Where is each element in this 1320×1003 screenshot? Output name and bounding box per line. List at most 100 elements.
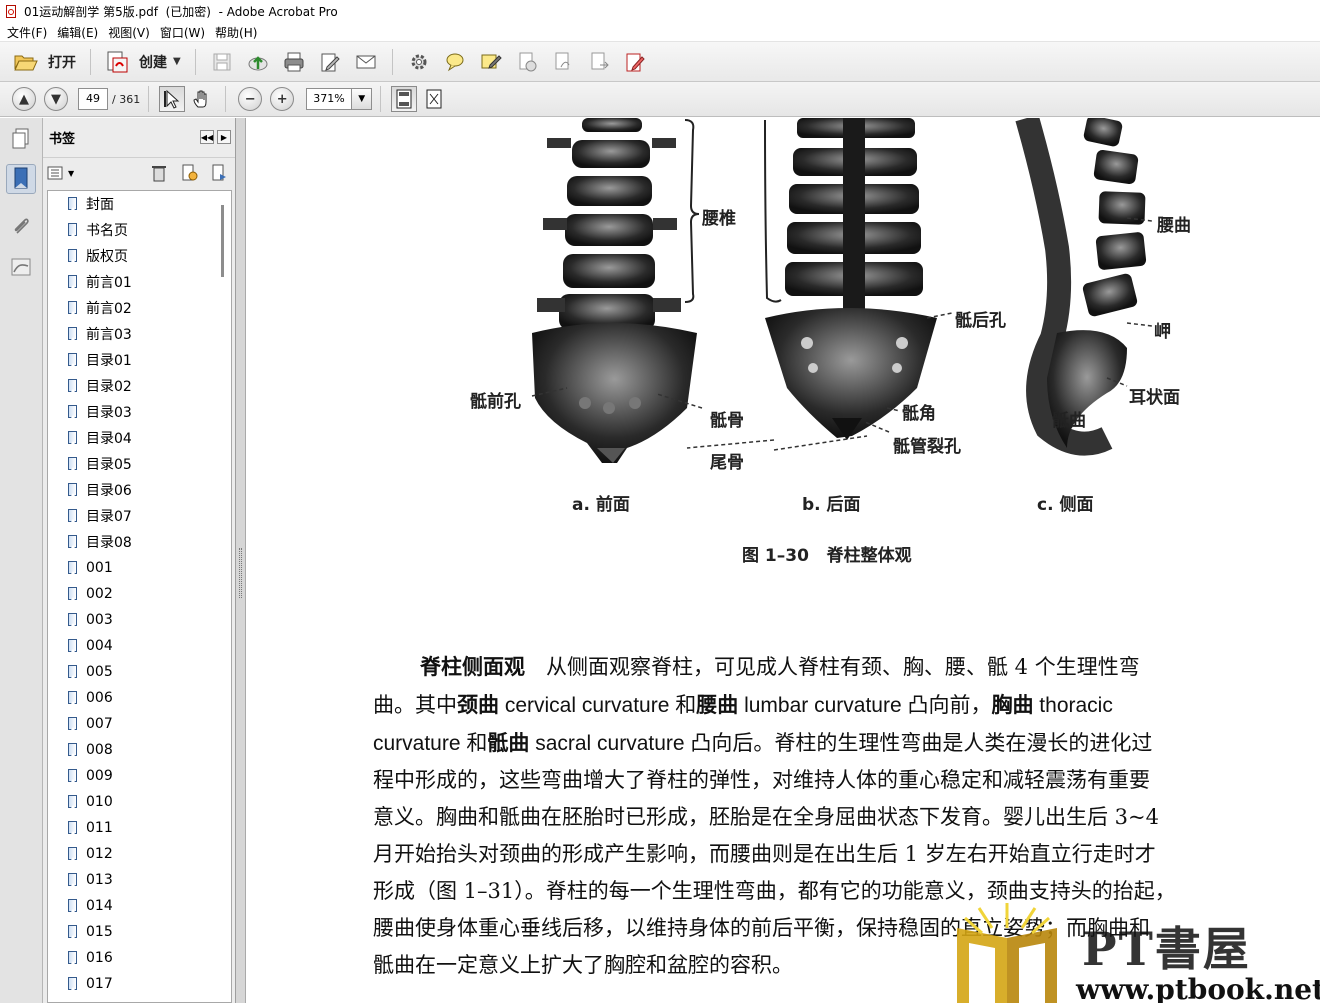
panel-menu-button[interactable]: ▶ — [217, 130, 231, 144]
hand-tool-button[interactable] — [189, 86, 215, 112]
comment-icon[interactable] — [442, 49, 468, 75]
bookmark-label: 001 — [86, 560, 113, 576]
email-icon[interactable] — [353, 49, 379, 75]
bookmark-item[interactable]: 目录07 — [48, 503, 231, 529]
bookmark-item[interactable]: 前言01 — [48, 269, 231, 295]
bookmark-item[interactable]: 012 — [48, 841, 231, 867]
create-button[interactable]: 创建 ▼ — [99, 47, 187, 77]
bookmarks-header: 书签 ◀◀ ▶ — [43, 118, 235, 158]
bookmark-item[interactable]: 011 — [48, 815, 231, 841]
bookmarks-icon[interactable] — [6, 164, 36, 194]
menu-help[interactable]: 帮助(H) — [212, 24, 264, 41]
delete-bookmark-button[interactable] — [149, 163, 169, 183]
bookmark-icon — [68, 275, 78, 289]
menu-edit[interactable]: 编辑(E) — [54, 24, 105, 41]
bookmark-item[interactable]: 013 — [48, 867, 231, 893]
page-number-input[interactable]: 49 — [78, 88, 108, 110]
menu-view[interactable]: 视图(V) — [105, 24, 157, 41]
bookmark-item[interactable]: 目录04 — [48, 425, 231, 451]
zoom-level-input[interactable]: 371% — [306, 88, 353, 110]
panel-splitter[interactable] — [236, 118, 246, 1003]
bookmark-item[interactable]: 目录01 — [48, 347, 231, 373]
create-label: 创建 — [139, 54, 167, 71]
previous-page-button[interactable]: ▲ — [12, 87, 36, 111]
label-sacral-hiatus: 骶管裂孔 — [893, 437, 961, 457]
label-sacral-posterior-foramen: 骶后孔 — [955, 311, 1006, 331]
signatures-icon[interactable] — [6, 252, 36, 282]
expand-bookmark-icon — [212, 164, 226, 181]
bookmark-label: 015 — [86, 924, 113, 940]
bookmark-item[interactable]: 前言02 — [48, 295, 231, 321]
export-document-icon[interactable] — [586, 49, 612, 75]
zoom-dropdown-button[interactable]: ▼ — [352, 88, 373, 110]
bookmark-item[interactable]: 002 — [48, 581, 231, 607]
term-thoracic: 胸曲 — [991, 692, 1034, 717]
bookmark-item[interactable]: 006 — [48, 685, 231, 711]
bookmark-label: 版权页 — [86, 249, 128, 265]
bookmark-item[interactable]: 目录03 — [48, 399, 231, 425]
bookmark-item[interactable]: 书名页 — [48, 217, 231, 243]
minus-icon: − — [244, 91, 256, 107]
splitter-grip[interactable] — [239, 548, 242, 598]
bookmark-item[interactable]: 003 — [48, 607, 231, 633]
bookmark-item[interactable]: 014 — [48, 893, 231, 919]
sign-document-icon[interactable] — [550, 49, 576, 75]
zoom-out-button[interactable]: − — [238, 87, 263, 111]
next-page-button[interactable]: ▼ — [44, 87, 68, 111]
bookmark-item[interactable]: 010 — [48, 789, 231, 815]
bookmark-item[interactable]: 版权页 — [48, 243, 231, 269]
label-sacral-horn: 骶角 — [902, 404, 936, 424]
document-view[interactable]: 腰椎 腰曲 骶后孔 岬 骶前孔 耳状面 骶骨 骶角 骶曲 骶管裂孔 尾骨 a. … — [247, 118, 1320, 1003]
print-icon[interactable] — [281, 49, 307, 75]
form-edit-icon[interactable] — [622, 49, 648, 75]
arrow-down-icon: ▼ — [51, 91, 61, 107]
bookmark-item[interactable]: 008 — [48, 737, 231, 763]
full-screen-button[interactable] — [421, 86, 447, 112]
bookmark-item[interactable]: 004 — [48, 633, 231, 659]
bookmark-item[interactable]: 封面 — [48, 191, 231, 217]
secure-document-icon[interactable] — [514, 49, 540, 75]
zoom-in-button[interactable]: + — [270, 87, 295, 111]
menu-window[interactable]: 窗口(W) — [157, 24, 212, 41]
highlight-icon[interactable] — [478, 49, 504, 75]
cloud-upload-icon[interactable] — [245, 49, 271, 75]
bookmarks-scrollbar-thumb[interactable] — [221, 205, 224, 277]
bookmark-item[interactable]: 009 — [48, 763, 231, 789]
page-thumbnails-icon[interactable] — [6, 124, 36, 154]
bookmark-item[interactable]: 目录08 — [48, 529, 231, 555]
bookmark-item[interactable]: 目录05 — [48, 451, 231, 477]
bookmark-item[interactable]: 目录02 — [48, 373, 231, 399]
open-button[interactable]: 打开 — [8, 47, 82, 77]
bookmark-item[interactable]: 015 — [48, 919, 231, 945]
body-line-1: 从侧面观察脊柱，可见成人脊柱有颈、胸、腰、骶 4 个生理性弯 — [525, 655, 1140, 679]
attachments-paperclip-icon[interactable] — [6, 210, 36, 240]
bookmark-item[interactable]: 目录06 — [48, 477, 231, 503]
gear-icon[interactable] — [406, 49, 432, 75]
collapse-panel-button[interactable]: ◀◀ — [200, 130, 214, 144]
bookmark-item[interactable]: 005 — [48, 659, 231, 685]
bookmarks-list: 封面 书名页版权页前言01 前言02 前言03 目录01 目录02 目录03 目录04 目录05… — [47, 190, 232, 1003]
new-bookmark-button[interactable] — [179, 163, 199, 183]
bookmark-icon — [68, 977, 78, 991]
edit-document-icon[interactable] — [317, 49, 343, 75]
expand-bookmark-button[interactable] — [209, 163, 229, 183]
bookmark-icon — [68, 197, 78, 211]
bookmark-item[interactable]: 前言03 — [48, 321, 231, 347]
bookmark-icon — [68, 509, 78, 523]
bookmark-icon — [68, 743, 78, 757]
bookmark-label: 目录01 — [86, 353, 132, 369]
bookmark-label: 前言03 — [86, 327, 132, 343]
bookmark-item[interactable]: 007 — [48, 711, 231, 737]
bookmark-icon — [68, 561, 78, 575]
select-tool-button[interactable] — [159, 86, 186, 112]
bookmark-item[interactable]: 017 — [48, 971, 231, 997]
options-menu-button[interactable]: ▼ — [47, 165, 74, 181]
bookmark-item[interactable]: 001 — [48, 555, 231, 581]
save-icon[interactable] — [209, 49, 235, 75]
navigation-toolbar: ▲ ▼ 49 / 361 − + 371% ▼ — [0, 82, 1320, 117]
bookmark-item[interactable]: 016 — [48, 945, 231, 971]
menu-file[interactable]: 文件(F) — [4, 24, 54, 41]
bookmark-label: 010 — [86, 794, 113, 810]
body-line-3a: curvature 和 — [373, 732, 488, 755]
fit-page-button[interactable] — [391, 86, 418, 112]
